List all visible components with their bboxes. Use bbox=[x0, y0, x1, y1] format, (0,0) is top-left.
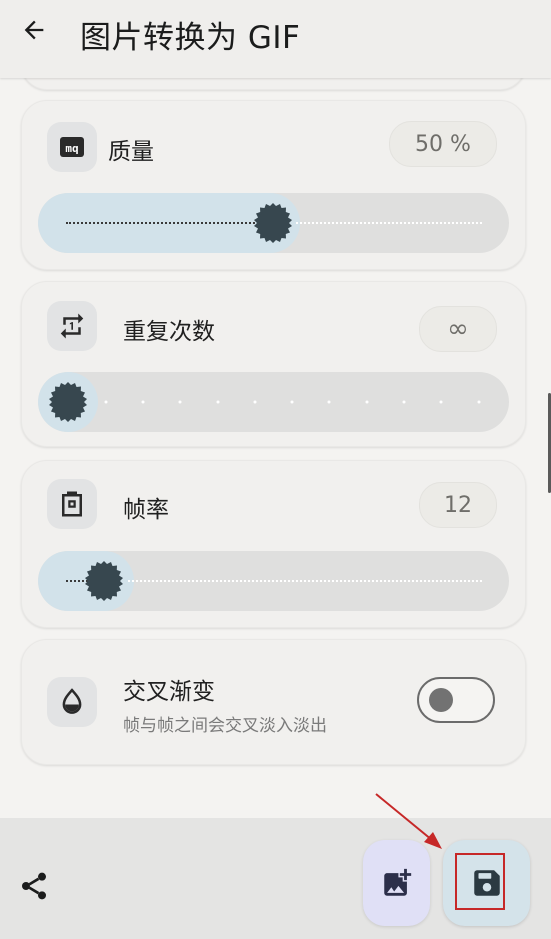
quality-value[interactable]: 50 % bbox=[389, 121, 497, 167]
share-icon bbox=[22, 872, 46, 900]
repeat-label: 重复次数 bbox=[123, 319, 215, 345]
quality-label: 质量 bbox=[108, 139, 154, 165]
quality-icon-box: mq bbox=[47, 122, 97, 172]
repeat-slider[interactable] bbox=[38, 372, 509, 432]
fps-label: 帧率 bbox=[123, 497, 169, 523]
fps-card: 帧率 12 bbox=[21, 460, 526, 628]
fps-icon-box bbox=[47, 479, 97, 529]
crossfade-icon-box bbox=[47, 677, 97, 727]
crossfade-description: 帧与帧之间会交叉淡入淡出 bbox=[123, 716, 327, 736]
svg-text:mq: mq bbox=[65, 142, 78, 155]
crossfade-toggle[interactable] bbox=[417, 677, 495, 723]
annotation-arrow bbox=[375, 793, 442, 849]
repeat-value[interactable]: ∞ bbox=[419, 306, 497, 352]
quality-slider-thumb[interactable] bbox=[252, 202, 294, 244]
quality-icon: mq bbox=[60, 137, 84, 157]
repeat-icon-box bbox=[47, 301, 97, 351]
repeat-icon bbox=[60, 313, 84, 339]
repeat-slider-stops bbox=[104, 400, 481, 404]
share-button[interactable] bbox=[14, 866, 54, 906]
page-title: 图片转换为 GIF bbox=[80, 20, 301, 56]
fps-value[interactable]: 12 bbox=[419, 482, 497, 528]
crossfade-card[interactable]: 交叉渐变 帧与帧之间会交叉淡入淡出 bbox=[21, 639, 526, 765]
highlight-box bbox=[455, 853, 505, 910]
back-button[interactable] bbox=[14, 10, 54, 50]
fps-inactive-track bbox=[128, 580, 482, 584]
quality-slider[interactable] bbox=[38, 193, 509, 253]
frame-rate-icon bbox=[62, 491, 82, 517]
crossfade-drop-icon bbox=[62, 688, 82, 714]
repeat-slider-thumb[interactable] bbox=[47, 381, 89, 423]
crossfade-label: 交叉渐变 bbox=[123, 679, 215, 705]
quality-card: mq 质量 50 % bbox=[21, 100, 526, 270]
repeat-card: 重复次数 ∞ bbox=[21, 281, 526, 447]
quality-inactive-track bbox=[296, 222, 482, 226]
fps-slider[interactable] bbox=[38, 551, 509, 611]
crossfade-toggle-knob bbox=[429, 688, 453, 712]
fps-slider-thumb[interactable] bbox=[83, 560, 125, 602]
app-bar: 图片转换为 GIF bbox=[0, 0, 551, 78]
add-image-icon bbox=[383, 868, 411, 896]
back-arrow-icon bbox=[24, 20, 44, 40]
quality-active-track bbox=[66, 222, 274, 226]
